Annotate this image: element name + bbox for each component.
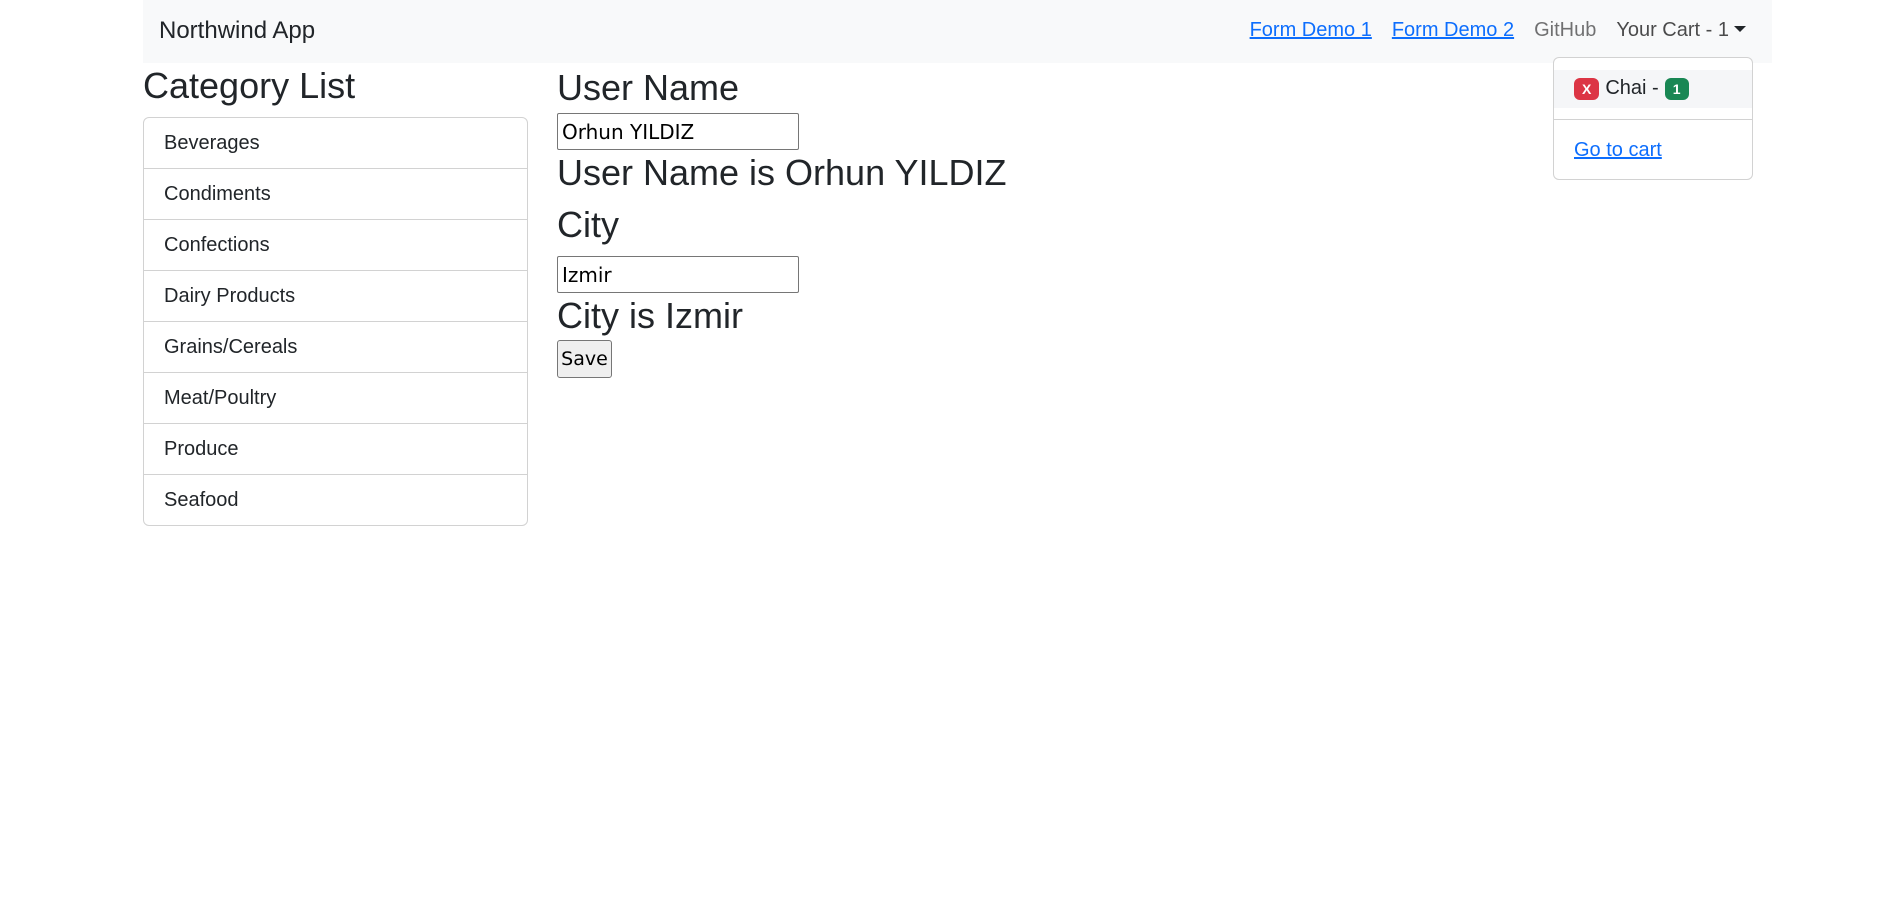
category-item-meat-poultry[interactable]: Meat/Poultry bbox=[144, 373, 527, 424]
user-name-label: User Name bbox=[557, 67, 740, 108]
nav-links: Form Demo 1 Form Demo 2 GitHub Your Cart… bbox=[1230, 19, 1746, 42]
cart-dropdown-menu: X Chai - 1 Go to cart bbox=[1553, 57, 1753, 180]
caret-down-icon bbox=[1734, 26, 1746, 32]
cart-item[interactable]: X Chai - 1 bbox=[1574, 77, 1689, 100]
save-button[interactable]: Save bbox=[557, 340, 612, 378]
category-list: Beverages Condiments Confections Dairy P… bbox=[143, 117, 528, 526]
category-list-title: Category List bbox=[143, 65, 356, 106]
cart-item-quantity-badge: 1 bbox=[1664, 77, 1689, 100]
user-name-input[interactable] bbox=[557, 113, 799, 150]
remove-item-badge[interactable]: X bbox=[1574, 77, 1600, 100]
user-name-echo: User Name is Orhun YILDIZ bbox=[557, 152, 1007, 193]
nav-github[interactable]: GitHub bbox=[1534, 19, 1596, 42]
category-item-grains-cereals[interactable]: Grains/Cereals bbox=[144, 322, 527, 373]
city-input[interactable] bbox=[557, 256, 799, 293]
city-label: City bbox=[557, 204, 619, 245]
category-item-dairy-products[interactable]: Dairy Products bbox=[144, 271, 527, 322]
category-item-confections[interactable]: Confections bbox=[144, 220, 527, 271]
category-item-condiments[interactable]: Condiments bbox=[144, 169, 527, 220]
brand-link[interactable]: Northwind App bbox=[159, 17, 315, 45]
nav-form-demo-1[interactable]: Form Demo 1 bbox=[1250, 19, 1372, 42]
dropdown-divider bbox=[1554, 119, 1752, 120]
cart-item-name: Chai - bbox=[1605, 77, 1659, 99]
nav-form-demo-2[interactable]: Form Demo 2 bbox=[1392, 19, 1514, 42]
cart-dropdown-label: Your Cart - 1 bbox=[1616, 19, 1729, 41]
category-item-beverages[interactable]: Beverages bbox=[144, 118, 527, 169]
navbar: Northwind App Form Demo 1 Form Demo 2 Gi… bbox=[143, 0, 1772, 63]
category-item-seafood[interactable]: Seafood bbox=[144, 475, 527, 525]
go-to-cart-link[interactable]: Go to cart bbox=[1574, 139, 1662, 162]
city-echo: City is Izmir bbox=[557, 295, 743, 336]
category-item-produce[interactable]: Produce bbox=[144, 424, 527, 475]
user-form: User Name User Name is Orhun YILDIZ City… bbox=[557, 65, 1006, 378]
cart-dropdown-toggle[interactable]: Your Cart - 1 bbox=[1616, 19, 1746, 42]
